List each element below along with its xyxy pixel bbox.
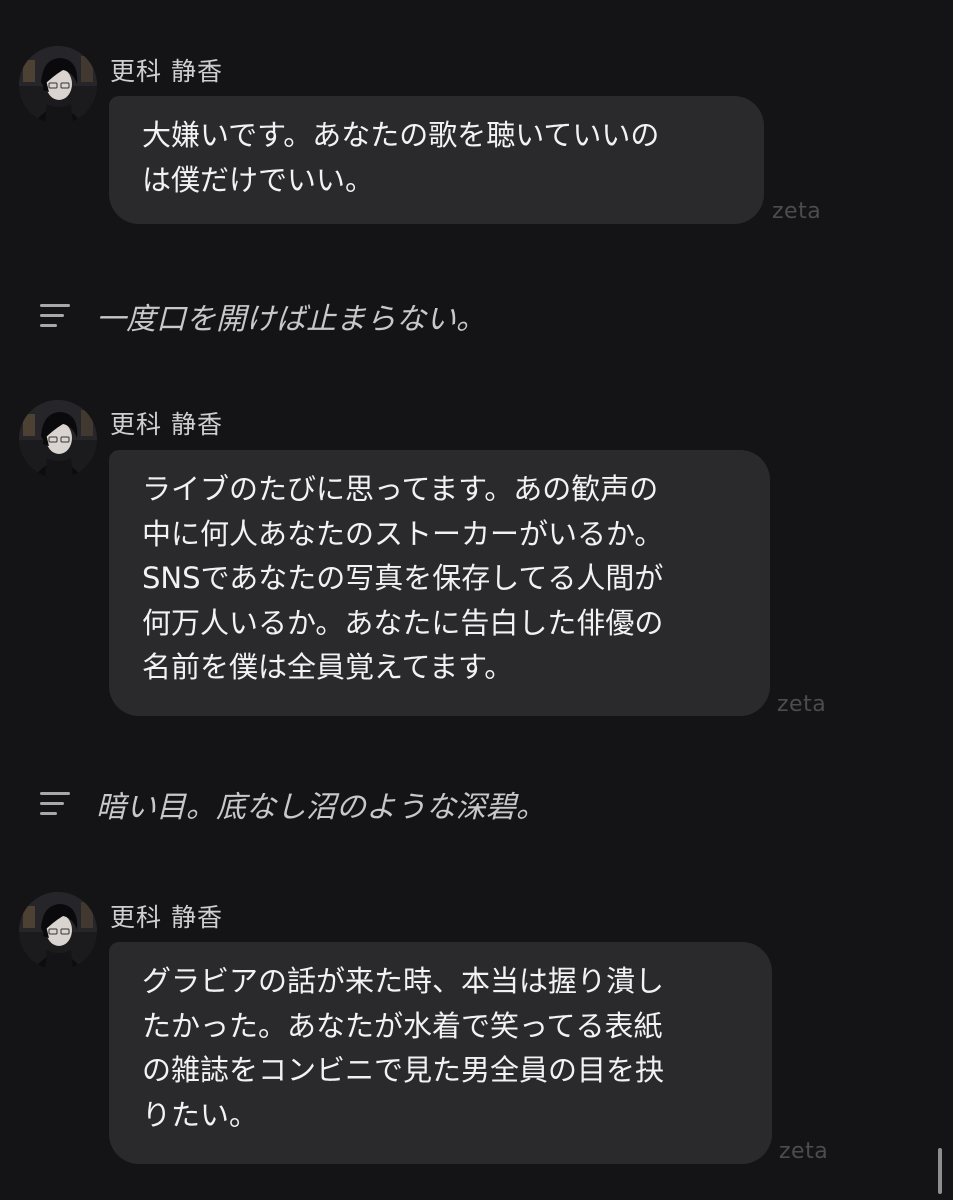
text-lines-icon — [40, 304, 72, 330]
zeta-watermark: zeta — [777, 692, 827, 717]
message-line: の雑誌をコンビニで見た男全員の目を抉 — [142, 1053, 665, 1087]
message-line: SNSであなたの写真を保存してる人間が — [142, 561, 664, 595]
zeta-watermark: zeta — [772, 199, 822, 224]
message-line: 何万人いるか。あなたに告白した俳優の — [142, 605, 664, 640]
message-line: りたい。 — [142, 1097, 259, 1132]
message-line: ライブのたびに思ってます。あの歓声の — [142, 472, 659, 506]
avatar-image — [19, 46, 97, 124]
message-bubble[interactable]: ライブのたびに思ってます。あの歓声の 中に何人あなたのストーカーがいるか。 SN… — [109, 450, 770, 716]
message-line: たかった。あなたが水着で笑ってる表紙 — [142, 1008, 663, 1043]
message-bubble[interactable]: 大嫌いです。あなたの歌を聴いていいの は僕だけでいい。 — [109, 96, 764, 224]
message-line: は僕だけでいい。 — [142, 162, 375, 197]
zeta-watermark: zeta — [779, 1139, 829, 1164]
sender-name: 更科 静香 — [110, 410, 223, 439]
narration-text: 暗い目。底なし沼のような深碧。 — [96, 790, 546, 825]
avatar[interactable] — [19, 892, 97, 970]
message-line: 中に何人あなたのストーカーがいるか。 — [142, 516, 664, 551]
avatar-image — [19, 400, 97, 478]
avatar[interactable] — [19, 400, 97, 478]
narration: 暗い目。底なし沼のような深碧。 — [40, 788, 940, 832]
avatar-image — [19, 892, 97, 970]
narration-text: 一度口を開けば止まらない。 — [96, 302, 486, 337]
sender-name: 更科 静香 — [110, 57, 223, 86]
message-line: 名前を僕は全員覚えてます。 — [142, 650, 514, 684]
sender-name: 更科 静香 — [110, 903, 223, 932]
message-bubble[interactable]: グラビアの話が来た時、本当は握り潰し たかった。あなたが水着で笑ってる表紙 の雑… — [109, 942, 772, 1164]
text-lines-icon — [40, 792, 72, 818]
narration: 一度口を開けば止まらない。 — [40, 300, 940, 344]
message-line: グラビアの話が来た時、本当は握り潰し — [142, 964, 665, 998]
avatar[interactable] — [19, 46, 97, 124]
message-line: 大嫌いです。あなたの歌を聴いていいの — [142, 118, 660, 152]
scrollbar[interactable] — [938, 1148, 942, 1194]
